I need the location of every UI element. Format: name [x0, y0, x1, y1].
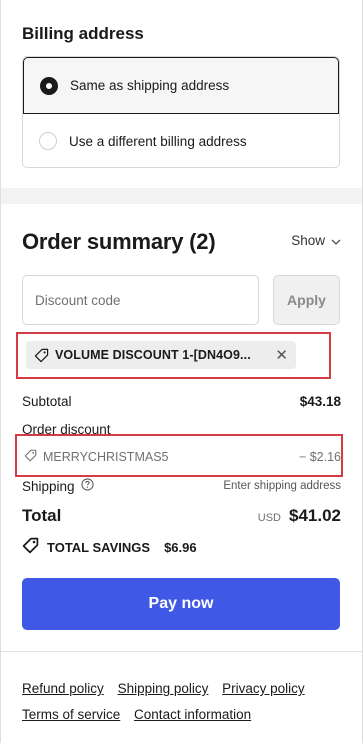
order-summary-title: Order summary (2): [22, 229, 216, 254]
chevron-down-icon: [331, 233, 341, 248]
billing-title: Billing address: [22, 24, 144, 43]
pay-now-button[interactable]: Pay now: [22, 578, 340, 630]
shipping-policy-link[interactable]: Shipping policy: [118, 681, 209, 696]
total-savings: TOTAL SAVINGS $6.96: [22, 537, 197, 557]
billing-option-label: Use a different billing address: [69, 133, 247, 149]
footer-links: Refund policy Shipping policy Privacy po…: [22, 676, 342, 728]
contact-information-link[interactable]: Contact information: [134, 707, 251, 722]
radio-unselected-icon[interactable]: [39, 132, 57, 150]
total-row: Total USD $41.02: [22, 506, 341, 526]
billing-option-label: Same as shipping address: [70, 78, 230, 93]
total-value: $41.02: [289, 506, 341, 525]
currency-code: USD: [257, 512, 281, 524]
footer-divider: [1, 651, 362, 652]
subtotal-label: Subtotal: [22, 394, 72, 409]
annotation-box: [15, 434, 343, 477]
shipping-value: Enter shipping address: [223, 480, 341, 492]
privacy-policy-link[interactable]: Privacy policy: [222, 681, 305, 696]
billing-options: Same as shipping address Use a different…: [22, 56, 340, 168]
terms-of-service-link[interactable]: Terms of service: [22, 707, 120, 722]
subtotal-row: Subtotal $43.18: [22, 394, 341, 409]
help-icon[interactable]: [80, 478, 94, 494]
shipping-row: Shipping Enter shipping address: [22, 478, 341, 494]
savings-value: $6.96: [164, 539, 197, 555]
savings-label: TOTAL SAVINGS: [47, 539, 151, 555]
apply-button[interactable]: Apply: [273, 275, 340, 325]
annotation-box: [16, 332, 331, 379]
subtotal-value: $43.18: [299, 394, 341, 409]
savings-tag-icon: [22, 537, 39, 557]
total-label: Total: [22, 506, 62, 525]
billing-option-different[interactable]: Use a different billing address: [23, 113, 339, 167]
shipping-label: Shipping: [22, 478, 75, 494]
show-toggle-label: Show: [291, 233, 325, 248]
discount-code-input[interactable]: [22, 275, 259, 325]
billing-option-same[interactable]: Same as shipping address: [23, 57, 339, 114]
section-divider: [1, 188, 362, 204]
left-border: [0, 0, 1, 743]
radio-selected-icon[interactable]: [40, 76, 58, 95]
refund-policy-link[interactable]: Refund policy: [22, 681, 104, 696]
show-summary-toggle[interactable]: Show: [291, 233, 341, 248]
